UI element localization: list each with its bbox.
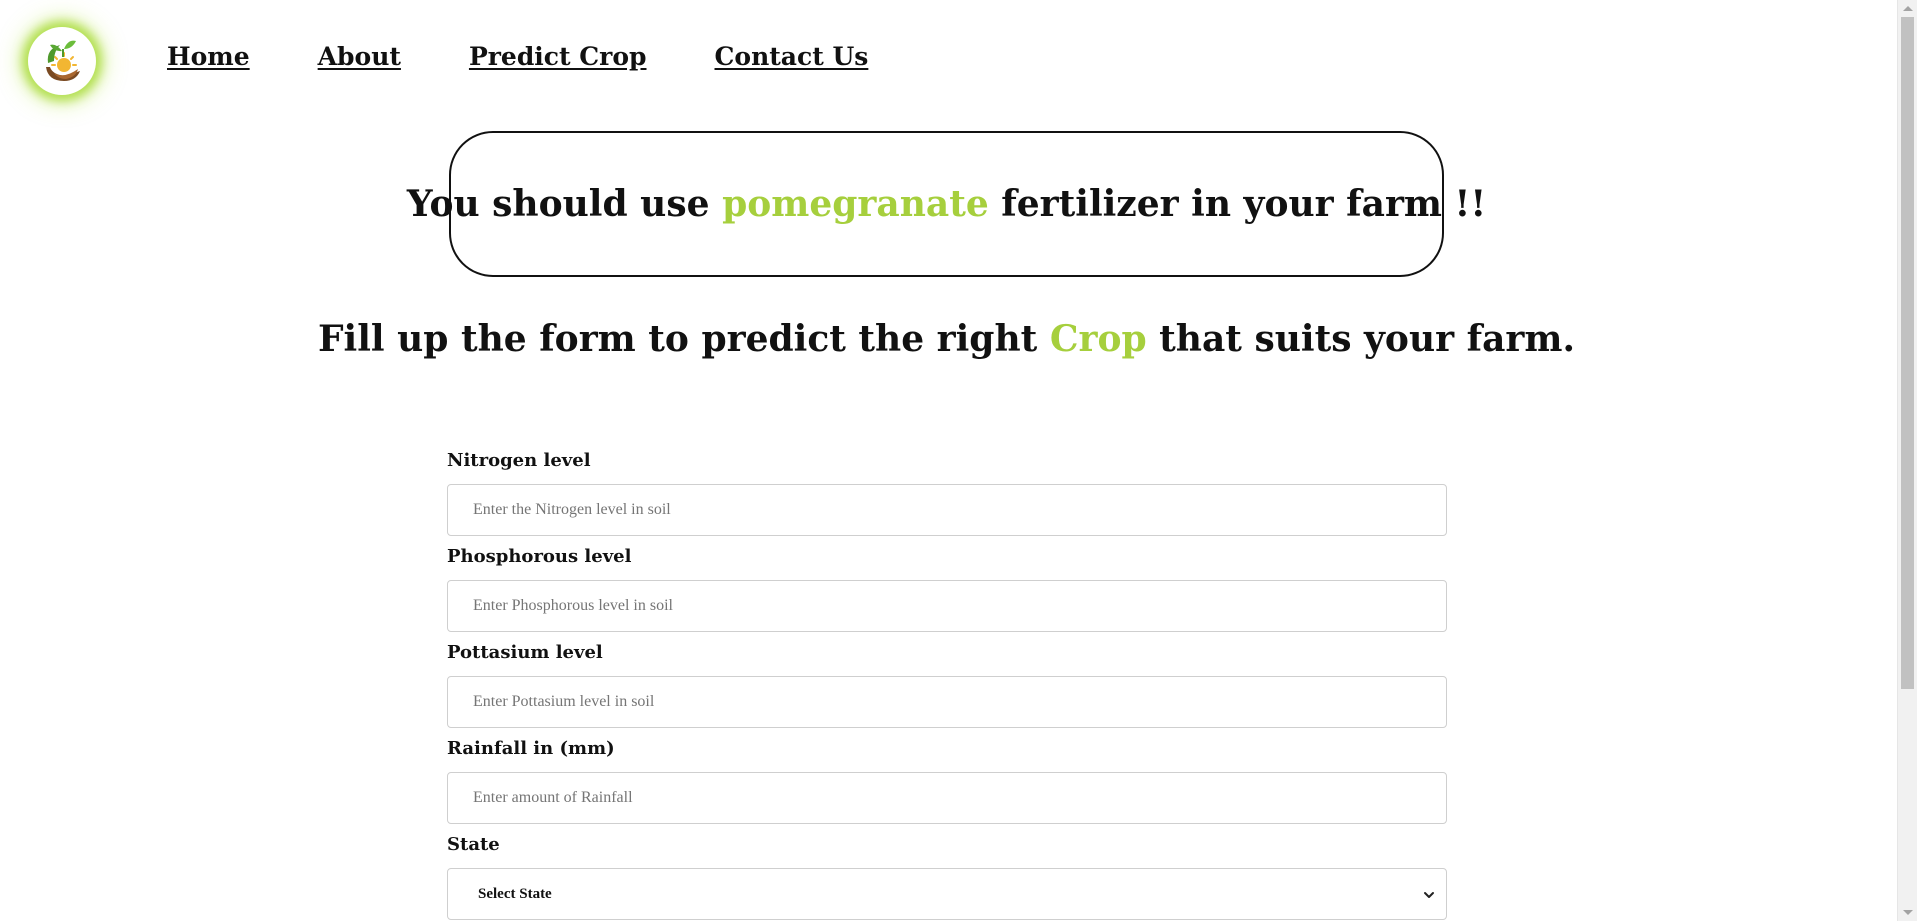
crop-prediction-form: Nitrogen level Phosphorous level Pottasi…	[447, 450, 1447, 920]
nitrogen-label: Nitrogen level	[447, 450, 591, 471]
result-prefix: You should use	[406, 183, 723, 225]
plant-sun-hands-logo-icon	[46, 40, 80, 81]
scroll-down-arrow-icon[interactable]	[1903, 910, 1913, 915]
rainfall-label: Rainfall in (mm)	[447, 738, 615, 759]
rainfall-input[interactable]	[447, 772, 1447, 824]
prediction-result-text: You should use pomegranate fertilizer in…	[407, 183, 1486, 225]
state-select[interactable]: Select State	[447, 868, 1447, 920]
nav-link-about[interactable]: About	[318, 42, 401, 71]
result-suffix: fertilizer in your farm !!	[988, 183, 1487, 225]
phosphorous-label: Phosphorous level	[447, 546, 632, 567]
form-heading: Fill up the form to predict the right Cr…	[0, 318, 1893, 360]
page: Home About Predict Crop Contact Us You s…	[0, 0, 1917, 921]
heading-suffix: that suits your farm.	[1146, 318, 1576, 360]
pottasium-input[interactable]	[447, 676, 1447, 728]
state-select-value: Select State	[478, 885, 552, 902]
result-highlight: pomegranate	[722, 183, 989, 225]
nitrogen-input[interactable]	[447, 484, 1447, 536]
nav-link-contact-us[interactable]: Contact Us	[715, 42, 869, 71]
vertical-scrollbar[interactable]	[1897, 0, 1917, 921]
state-label: State	[447, 834, 500, 855]
heading-highlight: Crop	[1049, 318, 1147, 360]
scroll-up-arrow-icon[interactable]	[1903, 6, 1913, 11]
nav-link-home[interactable]: Home	[167, 42, 250, 71]
heading-prefix: Fill up the form to predict the right	[317, 318, 1050, 360]
chevron-down-icon	[1424, 892, 1434, 898]
scrollbar-thumb[interactable]	[1901, 17, 1914, 689]
prediction-result-box: You should use pomegranate fertilizer in…	[407, 131, 1486, 277]
main-nav: Home About Predict Crop Contact Us	[167, 42, 868, 71]
nav-link-predict-crop[interactable]: Predict Crop	[469, 42, 647, 71]
site-logo[interactable]	[28, 27, 96, 95]
pottasium-label: Pottasium level	[447, 642, 603, 663]
phosphorous-input[interactable]	[447, 580, 1447, 632]
